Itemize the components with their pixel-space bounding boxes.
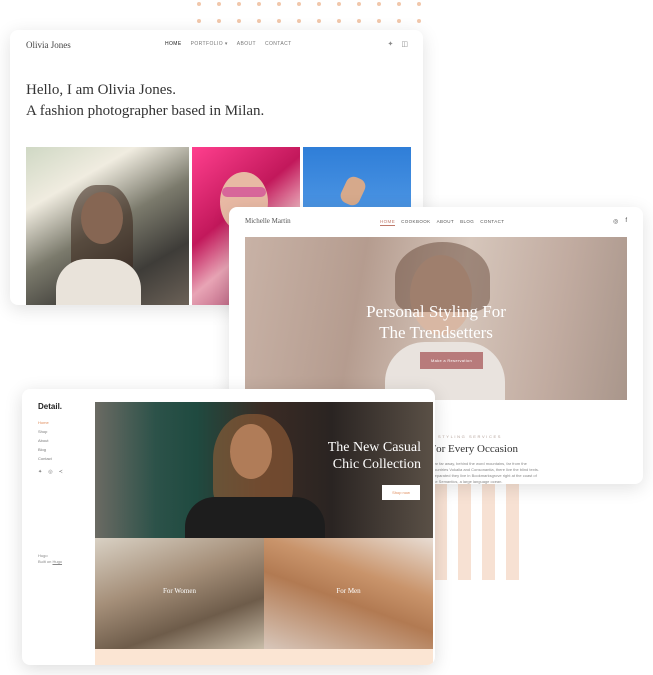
hero-banner: Personal Styling For The Trendsetters Ma… bbox=[245, 237, 627, 400]
nav-contact[interactable]: CONTACT bbox=[480, 219, 504, 226]
instagram-icon[interactable]: ◎ bbox=[48, 469, 52, 475]
hero-line-1: Personal Styling For bbox=[366, 302, 506, 321]
decor-dot bbox=[257, 19, 261, 23]
nav-home[interactable]: HOME bbox=[165, 41, 182, 47]
for-women-tile[interactable]: For Women bbox=[95, 538, 264, 649]
stripe bbox=[506, 483, 519, 580]
decor-dot bbox=[297, 19, 301, 23]
stripe bbox=[458, 483, 471, 580]
decor-dot bbox=[337, 19, 341, 23]
decor-dot bbox=[337, 2, 341, 6]
decor-dot bbox=[277, 19, 281, 23]
decor-dot bbox=[197, 2, 201, 6]
nav-about[interactable]: ABOUT bbox=[437, 219, 455, 226]
hero-line-1: The New Casual bbox=[327, 440, 421, 455]
section-text: Far far away, behind the word mountains,… bbox=[432, 461, 539, 484]
decor-dot bbox=[217, 19, 221, 23]
hero-line-1: Hello, I am Olivia Jones. bbox=[26, 82, 176, 98]
hero-heading: The New Casual Chic Collection bbox=[328, 439, 421, 473]
sunglasses bbox=[222, 187, 266, 197]
decor-dot bbox=[257, 2, 261, 6]
social-links: ◎ f bbox=[613, 218, 627, 225]
footer-line-2: Built on Hugo bbox=[38, 559, 62, 565]
portrait-shirt bbox=[56, 259, 141, 305]
stripe bbox=[482, 483, 495, 580]
sidebar-item-contact[interactable]: Contact bbox=[38, 456, 52, 461]
nav-blog[interactable]: BLOG bbox=[460, 219, 474, 226]
for-men-label: For Men bbox=[336, 587, 361, 595]
make-reservation-button[interactable]: Make a Reservation bbox=[420, 352, 483, 369]
decor-dot bbox=[317, 19, 321, 23]
decor-dot bbox=[417, 2, 421, 6]
social-links: ✦ ◫ bbox=[388, 40, 409, 48]
twitter-icon[interactable]: ✦ bbox=[388, 40, 394, 48]
sidebar-item-shop[interactable]: Shop bbox=[38, 429, 52, 434]
chevron-down-icon: ▾ bbox=[224, 41, 228, 47]
sidebar-footer: Hugo Built on Hugo bbox=[38, 553, 62, 565]
decor-dot bbox=[357, 2, 361, 6]
sidebar-item-about[interactable]: About bbox=[38, 438, 52, 443]
social-links: ✦ ◎ ≺ bbox=[38, 469, 63, 475]
sidebar-item-home[interactable]: Home bbox=[38, 420, 52, 425]
for-women-label: For Women bbox=[163, 587, 196, 595]
decor-dot bbox=[277, 2, 281, 6]
decor-dot bbox=[237, 19, 241, 23]
nav-contact[interactable]: CONTACT bbox=[265, 41, 292, 47]
decor-dot bbox=[197, 19, 201, 23]
site-logo[interactable]: Detail. bbox=[38, 402, 62, 411]
site-logo[interactable]: Michelle Martin bbox=[245, 217, 291, 225]
main-nav: HOME PORTFOLIO ▾ ABOUT CONTACT bbox=[165, 41, 292, 47]
nav-home[interactable]: HOME bbox=[380, 219, 396, 226]
section-label: STYLING SERVICES bbox=[438, 434, 502, 439]
decor-dot bbox=[217, 2, 221, 6]
decor-dot bbox=[377, 2, 381, 6]
footer-strip bbox=[95, 649, 433, 665]
site-logo[interactable]: Olivia Jones bbox=[26, 40, 71, 50]
hero-banner: The New Casual Chic Collection Shop now bbox=[95, 402, 433, 538]
hero-line-2: A fashion photographer based in Milan. bbox=[26, 103, 265, 119]
sidebar-menu: Home Shop About Blog Contact bbox=[38, 420, 52, 461]
decor-dot bbox=[237, 2, 241, 6]
instagram-icon[interactable]: ◫ bbox=[401, 40, 408, 48]
section-title: For Every Occasion bbox=[430, 443, 518, 455]
main-nav: HOME COOKBOOK ABOUT BLOG CONTACT bbox=[380, 219, 504, 226]
hero-heading: Hello, I am Olivia Jones. A fashion phot… bbox=[26, 80, 264, 122]
shop-now-button[interactable]: Shop now bbox=[382, 485, 420, 500]
sidebar-item-blog[interactable]: Blog bbox=[38, 447, 52, 452]
detail-template-card[interactable]: Detail. Home Shop About Blog Contact ✦ ◎… bbox=[22, 389, 435, 665]
instagram-icon[interactable]: ◎ bbox=[613, 218, 618, 225]
nav-about[interactable]: ABOUT bbox=[237, 41, 256, 47]
nav-portfolio[interactable]: PORTFOLIO ▾ bbox=[191, 41, 228, 47]
decor-dot bbox=[377, 19, 381, 23]
raised-hand bbox=[338, 174, 368, 208]
decor-dot bbox=[397, 2, 401, 6]
portrait-top bbox=[185, 497, 325, 538]
stripe bbox=[434, 483, 447, 580]
footer-link[interactable]: Hugo bbox=[52, 559, 62, 564]
decor-dot bbox=[317, 2, 321, 6]
decorative-stripes bbox=[430, 483, 520, 580]
decor-dot bbox=[417, 19, 421, 23]
twitter-icon[interactable]: ✦ bbox=[38, 469, 42, 475]
hero-line-2: The Trendsetters bbox=[379, 323, 493, 342]
share-icon[interactable]: ≺ bbox=[59, 469, 63, 475]
decor-dot bbox=[297, 2, 301, 6]
footer-prefix: Built on bbox=[38, 559, 52, 564]
decor-dot bbox=[357, 19, 361, 23]
portfolio-photo-street[interactable] bbox=[26, 147, 189, 305]
for-men-tile[interactable]: For Men bbox=[264, 538, 433, 649]
nav-cookbook[interactable]: COOKBOOK bbox=[401, 219, 430, 226]
hero-line-2: Chic Collection bbox=[332, 457, 421, 472]
facebook-icon[interactable]: f bbox=[625, 218, 627, 225]
decor-dot bbox=[397, 19, 401, 23]
hero-heading: Personal Styling For The Trendsetters bbox=[245, 301, 627, 343]
nav-portfolio-label: PORTFOLIO bbox=[190, 41, 224, 47]
